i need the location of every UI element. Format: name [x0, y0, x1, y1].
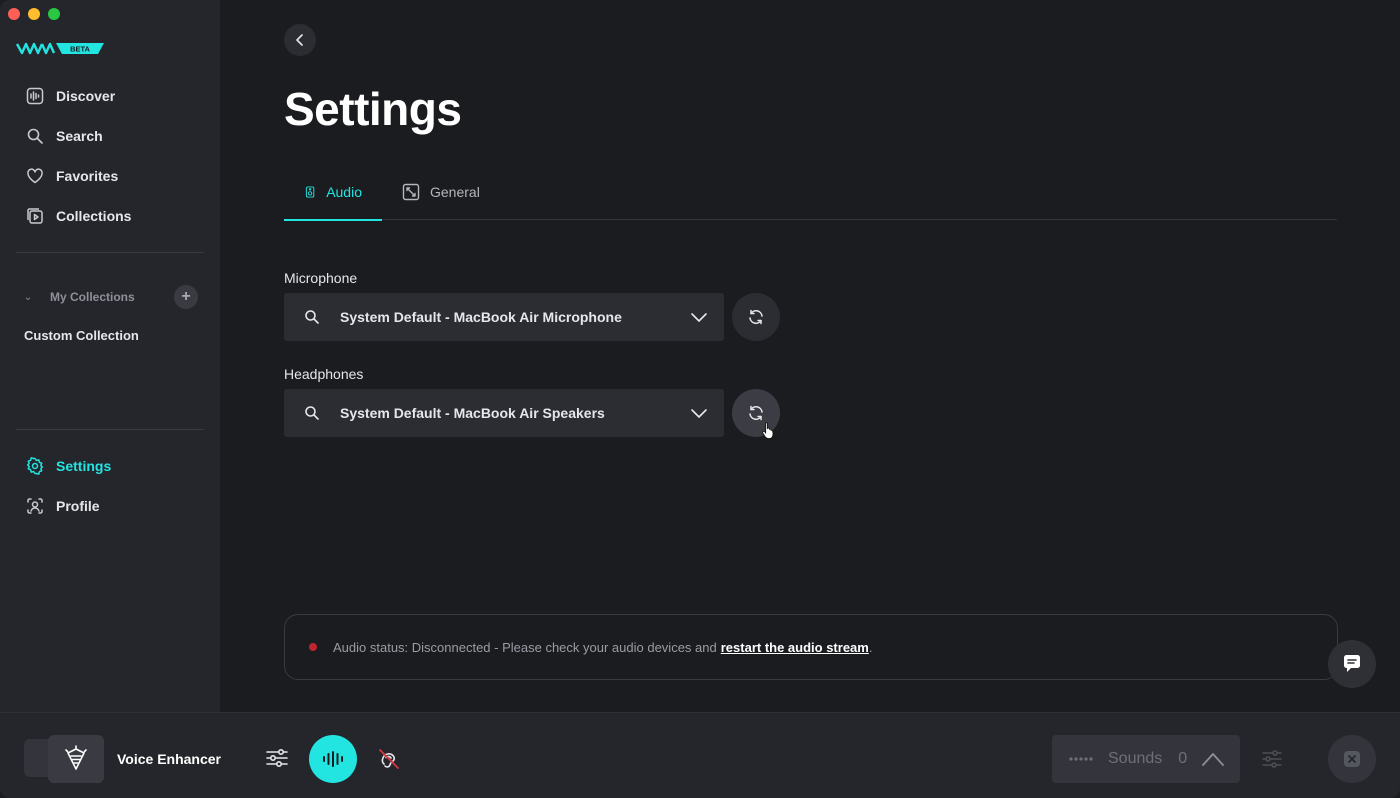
- voice-changer-toggle[interactable]: [309, 735, 357, 783]
- settings-tabs: Audio General: [284, 164, 1337, 221]
- microphone-select[interactable]: System Default - MacBook Air Microphone: [284, 293, 724, 341]
- soundboard-toggle[interactable]: Sounds 0: [1052, 735, 1240, 783]
- nav-item-profile[interactable]: Profile: [16, 486, 204, 526]
- voice-enhancer-icon: [65, 745, 87, 770]
- microphone-label: Microphone: [284, 270, 358, 286]
- bottom-nav: Settings Profile: [16, 446, 204, 526]
- nav-label: Collections: [56, 208, 132, 224]
- nav-item-search[interactable]: Search: [16, 116, 204, 156]
- voice-avatar[interactable]: [48, 735, 104, 783]
- status-text: Audio status: Disconnected - Please chec…: [333, 639, 717, 655]
- collection-item-custom[interactable]: Custom Collection: [24, 328, 139, 343]
- chevron-down-icon: ⌄: [23, 291, 33, 303]
- headphones-label: Headphones: [284, 366, 364, 382]
- nav-label: Settings: [56, 458, 112, 474]
- audio-status-banner: Audio status: Disconnected - Please chec…: [284, 614, 1338, 680]
- zoom-window-button[interactable]: [48, 8, 60, 20]
- settings-panel: Settings Audio General Microphone System…: [220, 0, 1400, 712]
- main-nav: Discover Search Favorites Collections: [16, 76, 204, 236]
- hand-cursor-icon: [762, 422, 774, 439]
- refresh-icon: [749, 405, 763, 421]
- back-button[interactable]: [284, 24, 316, 56]
- status-suffix: .: [868, 639, 873, 655]
- minimize-window-button[interactable]: [28, 8, 40, 20]
- restart-audio-stream-link[interactable]: restart the audio stream: [721, 640, 869, 655]
- chevron-down-icon: [691, 313, 707, 322]
- nav-label: Favorites: [56, 168, 119, 184]
- app-window: BETA Discover Search Favorites Collectio…: [0, 0, 1400, 798]
- nav-item-collections[interactable]: Collections: [16, 196, 204, 236]
- status-indicator: [309, 643, 317, 651]
- search-icon: [305, 310, 319, 324]
- sounds-label: Sounds: [1108, 750, 1163, 767]
- chevron-up-icon: [1202, 753, 1225, 766]
- general-settings-icon: [402, 183, 420, 201]
- profile-icon: [27, 498, 43, 514]
- heart-icon: [27, 168, 43, 184]
- window-controls: [8, 8, 60, 20]
- nav-item-settings[interactable]: Settings: [16, 446, 204, 486]
- voice-name: Voice Enhancer: [117, 751, 222, 767]
- sidebar-divider: [16, 429, 204, 430]
- hear-myself-off-icon[interactable]: [376, 746, 402, 772]
- close-window-button[interactable]: [8, 8, 20, 20]
- collections-icon: [27, 208, 43, 224]
- waveform-icon: [26, 87, 44, 105]
- soundboard-dots-icon: [1069, 757, 1093, 761]
- chat-icon: [1344, 655, 1360, 672]
- soundboard-settings-icon[interactable]: [1260, 747, 1284, 771]
- chevron-left-icon: [296, 34, 303, 46]
- tab-general[interactable]: General: [382, 164, 500, 220]
- stop-all-sounds-button[interactable]: [1328, 735, 1376, 783]
- tab-audio[interactable]: Audio: [284, 164, 382, 221]
- voice-control-bar: Voice Enhancer Sounds 0: [0, 712, 1400, 798]
- microphone-value: System Default - MacBook Air Microphone: [340, 309, 622, 325]
- gear-icon: [26, 457, 44, 475]
- my-collections-header[interactable]: ⌄ My Collections +: [16, 284, 204, 310]
- refresh-microphone-button[interactable]: [732, 293, 780, 341]
- sidebar-divider: [16, 252, 204, 253]
- nav-label: Discover: [56, 88, 116, 104]
- search-icon: [305, 406, 319, 420]
- refresh-icon: [749, 309, 763, 325]
- sidebar: BETA Discover Search Favorites Collectio…: [0, 0, 220, 712]
- sounds-count: 0: [1178, 750, 1188, 767]
- headphones-select[interactable]: System Default - MacBook Air Speakers: [284, 389, 724, 437]
- page-title: Settings: [284, 83, 462, 135]
- voice-settings-sliders-icon[interactable]: [264, 745, 290, 771]
- search-icon: [27, 128, 43, 144]
- my-collections-label: My Collections: [50, 290, 135, 304]
- waveform-icon: [323, 751, 343, 767]
- add-collection-button[interactable]: +: [174, 285, 198, 309]
- headphones-value: System Default - MacBook Air Speakers: [340, 405, 605, 421]
- speaker-icon: [305, 186, 315, 198]
- tab-label: Audio: [326, 184, 362, 200]
- nav-label: Profile: [56, 498, 100, 514]
- close-icon: [1344, 751, 1360, 767]
- chat-button[interactable]: [1328, 640, 1376, 688]
- nav-item-discover[interactable]: Discover: [16, 76, 204, 116]
- voicemod-logo: BETA: [16, 42, 104, 55]
- tab-label: General: [430, 184, 480, 200]
- nav-label: Search: [56, 128, 103, 144]
- nav-item-favorites[interactable]: Favorites: [16, 156, 204, 196]
- beta-badge: BETA: [70, 45, 90, 54]
- chevron-down-icon: [691, 409, 707, 418]
